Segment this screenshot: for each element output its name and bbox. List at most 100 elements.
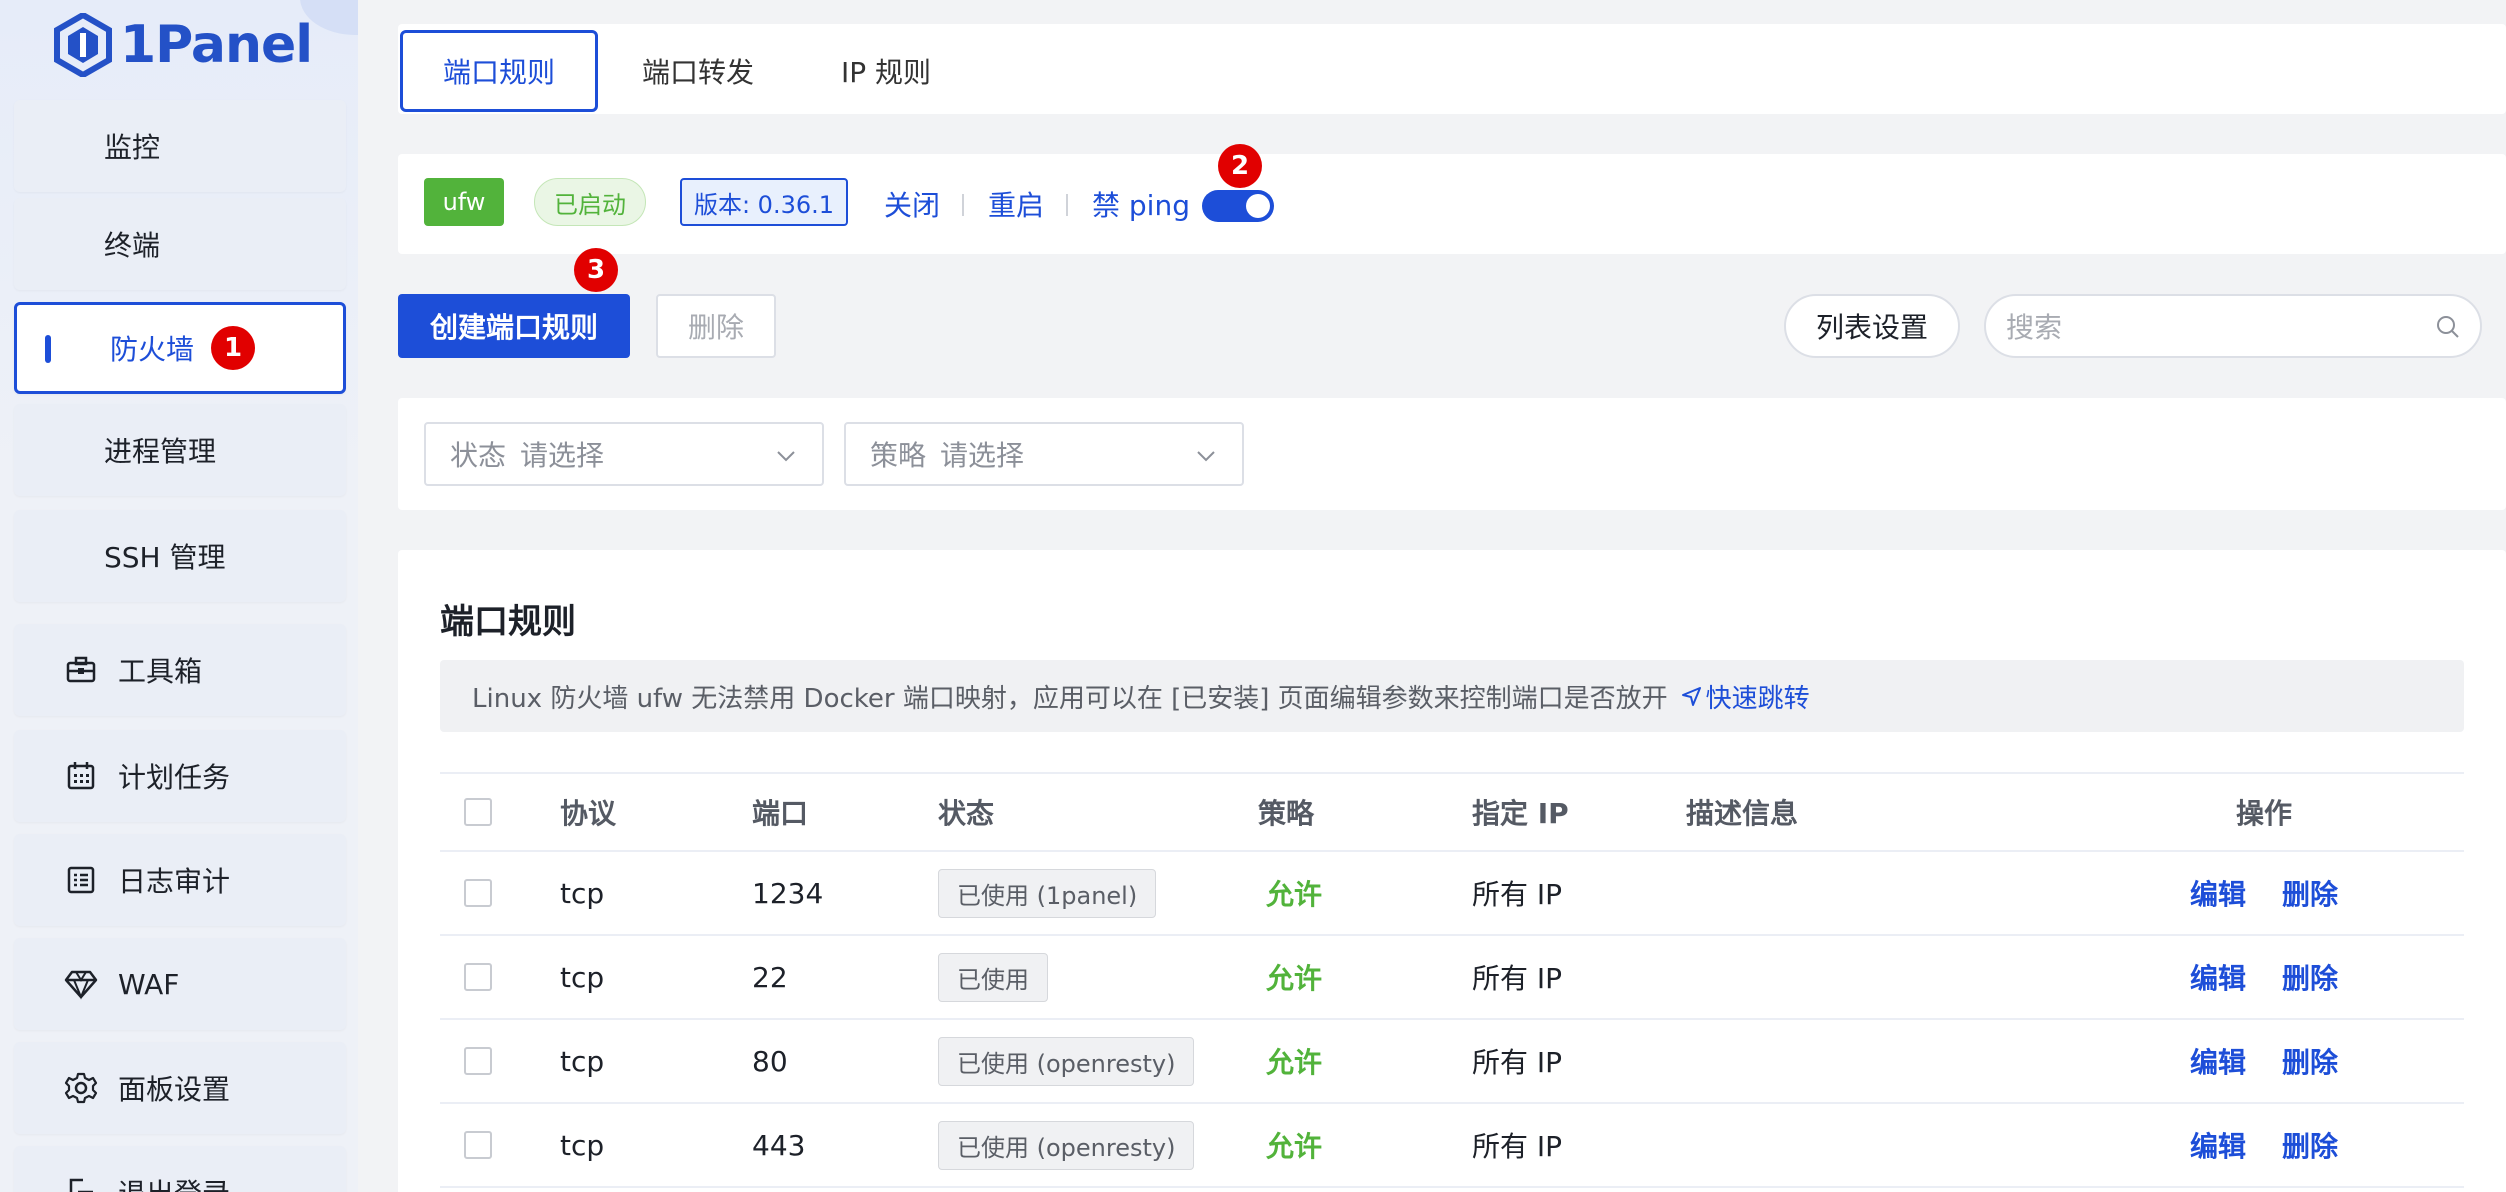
- create-port-rule-button[interactable]: 创建端口规则: [398, 294, 630, 358]
- status-select[interactable]: 状态 请选择: [424, 422, 824, 486]
- cell-policy: 允许: [1266, 962, 1323, 995]
- sidebar-item-label: WAF: [118, 967, 180, 1001]
- cell-protocol: tcp: [560, 960, 605, 994]
- edit-button[interactable]: 编辑: [2190, 852, 2246, 934]
- row-checkbox[interactable]: [464, 1131, 492, 1159]
- edit-button[interactable]: 编辑: [2190, 936, 2246, 1018]
- sidebar-item-firewall[interactable]: 防火墙 1: [14, 302, 346, 394]
- policy-select[interactable]: 策略 请选择: [844, 422, 1244, 486]
- section-title: 端口规则: [440, 602, 576, 642]
- sidebar-item-monitor[interactable]: 监控: [14, 100, 346, 192]
- cell-ip: 所有 IP: [1472, 1046, 1563, 1079]
- button-label: 列表设置: [1815, 311, 1928, 344]
- row-checkbox[interactable]: [464, 963, 492, 991]
- header-status[interactable]: 状态: [938, 774, 994, 850]
- tab-ip-rules[interactable]: IP 规则: [798, 30, 974, 112]
- sidebar-item-terminal[interactable]: 终端: [14, 198, 346, 290]
- edit-button[interactable]: 编辑: [2190, 1020, 2246, 1102]
- table-row: tcp 443 已使用 (openresty) 允许 所有 IP 编辑 删除: [440, 1104, 2464, 1188]
- select-all-checkbox[interactable]: [464, 798, 492, 826]
- docker-notice: Linux 防火墙 ufw 无法禁用 Docker 端口映射，应用可以在 [已安…: [440, 660, 2464, 732]
- sidebar: 1Panel 监控 终端 防火墙 1 进程管理 SSH 管理 工具箱 计划任务 …: [0, 0, 358, 1192]
- table-row: tcp 22 已使用 允许 所有 IP 编辑 删除: [440, 936, 2464, 1020]
- header-ip[interactable]: 指定 IP: [1472, 774, 1569, 850]
- select-placeholder: 请选择: [520, 439, 605, 472]
- table-header: 协议 端口 状态 策略 指定 IP 描述信息 操作: [440, 772, 2464, 852]
- filter-bar: 状态 请选择 策略 请选择: [398, 398, 2506, 510]
- cell-port: 22: [752, 960, 788, 994]
- search-input[interactable]: 搜索: [1984, 294, 2482, 358]
- chevron-down-icon: [1194, 442, 1218, 475]
- sidebar-item-label: 退出登录: [118, 1172, 230, 1192]
- tab-label: 端口转发: [641, 56, 754, 89]
- engine-tag: ufw: [424, 178, 504, 226]
- cell-protocol: tcp: [560, 876, 605, 910]
- sidebar-item-label: 工具箱: [118, 655, 203, 688]
- table-row: tcp 1234 已使用 (1panel) 允许 所有 IP 编辑 删除: [440, 852, 2464, 936]
- sidebar-item-cron[interactable]: 计划任务: [14, 730, 346, 822]
- step-badge: 1: [211, 326, 255, 370]
- 1panel-logo-icon: [54, 13, 112, 77]
- port-rules-table: 协议 端口 状态 策略 指定 IP 描述信息 操作 tcp 1234 已使用 (…: [440, 772, 2464, 1188]
- sidebar-item-logout[interactable]: 退出登录: [14, 1146, 346, 1192]
- gear-icon: [64, 1071, 98, 1105]
- sidebar-item-settings[interactable]: 面板设置: [14, 1042, 346, 1134]
- status-badge: 已使用 (1panel): [938, 868, 1157, 918]
- cell-port: 443: [752, 1128, 806, 1162]
- quick-jump-link[interactable]: 快速跳转: [1680, 678, 1810, 715]
- delete-row-button[interactable]: 删除: [2282, 936, 2338, 1018]
- column-settings-button[interactable]: 列表设置: [1784, 294, 1960, 358]
- sidebar-item-label: 防火墙: [110, 333, 195, 366]
- diamond-icon: [64, 967, 98, 1001]
- table-row: tcp 80 已使用 (openresty) 允许 所有 IP 编辑 删除: [440, 1020, 2464, 1104]
- delete-button[interactable]: 删除: [656, 294, 776, 358]
- delete-row-button[interactable]: 删除: [2282, 852, 2338, 934]
- edit-button[interactable]: 编辑: [2190, 1104, 2246, 1186]
- status-badge: 已启动: [534, 178, 646, 226]
- tab-port-rules[interactable]: 端口规则: [400, 30, 598, 112]
- tab-port-forward[interactable]: 端口转发: [610, 30, 786, 112]
- header-policy[interactable]: 策略: [1258, 774, 1314, 850]
- sidebar-item-label: 进程管理: [104, 435, 217, 468]
- send-icon: [1681, 687, 1701, 706]
- cell-protocol: tcp: [560, 1128, 605, 1162]
- cell-ip: 所有 IP: [1472, 878, 1563, 911]
- tab-label: 端口规则: [442, 56, 555, 89]
- sidebar-item-label: SSH 管理: [104, 541, 226, 574]
- select-placeholder: 请选择: [940, 439, 1025, 472]
- header-port[interactable]: 端口: [752, 774, 808, 850]
- sidebar-item-label: 监控: [104, 131, 161, 164]
- sidebar-item-toolbox[interactable]: 工具箱: [14, 624, 346, 716]
- sidebar-item-process[interactable]: 进程管理: [14, 404, 346, 496]
- cell-ip: 所有 IP: [1472, 962, 1563, 995]
- button-label: 创建端口规则: [429, 311, 598, 344]
- search-placeholder: 搜索: [2006, 311, 2063, 344]
- sidebar-item-logs[interactable]: 日志审计: [14, 834, 346, 926]
- cell-policy: 允许: [1266, 878, 1323, 911]
- divider: [1066, 194, 1068, 216]
- header-protocol[interactable]: 协议: [560, 774, 616, 850]
- chevron-down-icon: [774, 442, 798, 475]
- sidebar-item-label: 终端: [104, 229, 161, 262]
- sidebar-item-ssh[interactable]: SSH 管理: [14, 510, 346, 602]
- logout-icon: [64, 1175, 98, 1192]
- disable-ping-toggle[interactable]: [1202, 190, 1274, 222]
- row-checkbox[interactable]: [464, 879, 492, 907]
- stop-link[interactable]: 关闭: [884, 184, 940, 224]
- toolbox-icon: [64, 653, 98, 687]
- restart-link[interactable]: 重启: [988, 184, 1044, 224]
- search-icon[interactable]: [2434, 313, 2462, 348]
- tabs-bar: 端口规则 端口转发 IP 规则: [398, 24, 2506, 114]
- cell-port: 1234: [752, 876, 824, 910]
- firewall-status-bar: ufw 已启动 版本: 0.36.1 关闭 重启 禁 ping 2: [398, 144, 2506, 254]
- delete-row-button[interactable]: 删除: [2282, 1104, 2338, 1186]
- sidebar-item-label: 日志审计: [118, 865, 231, 898]
- sidebar-item-waf[interactable]: WAF: [14, 938, 346, 1030]
- select-label: 策略: [870, 439, 927, 472]
- row-checkbox[interactable]: [464, 1047, 492, 1075]
- delete-row-button[interactable]: 删除: [2282, 1020, 2338, 1102]
- status-badge: 已使用 (openresty): [938, 1120, 1195, 1170]
- sidebar-item-label: 计划任务: [118, 761, 231, 794]
- toggle-knob: [1246, 194, 1270, 218]
- header-description[interactable]: 描述信息: [1686, 774, 1798, 850]
